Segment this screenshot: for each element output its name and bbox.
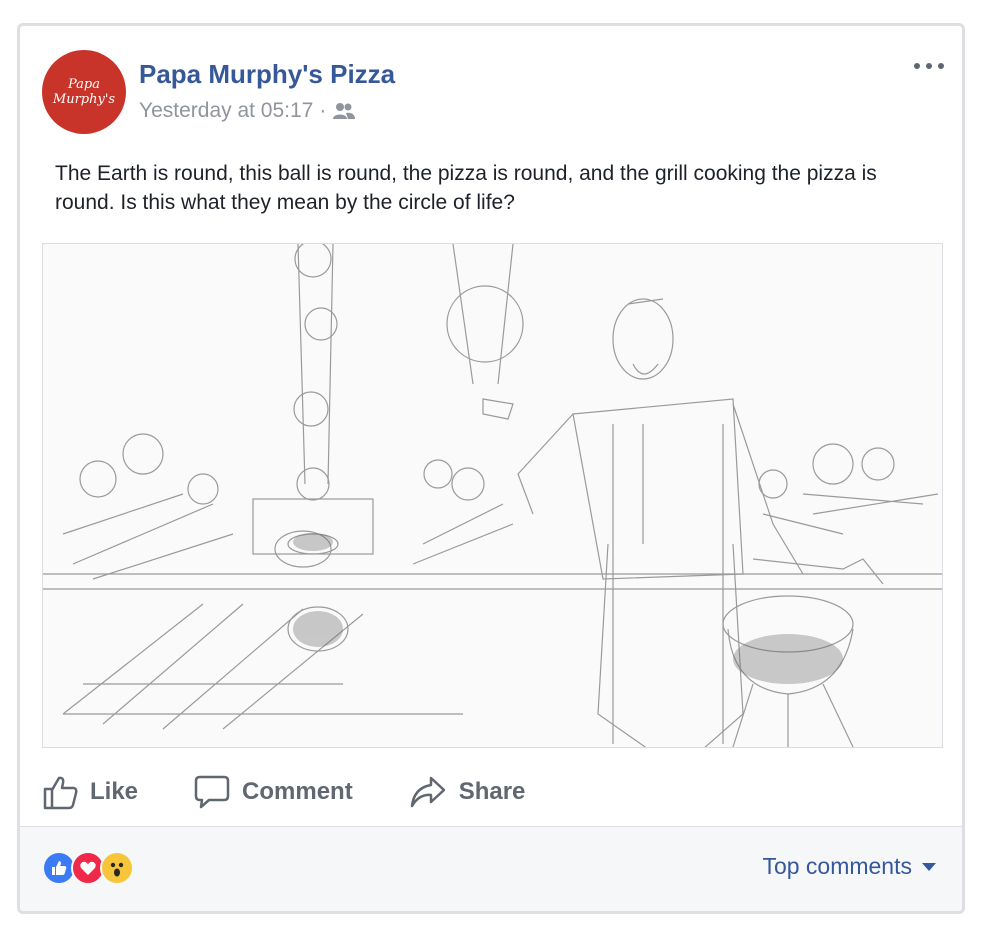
friends-icon[interactable] bbox=[332, 101, 356, 121]
share-icon bbox=[410, 776, 445, 808]
like-button[interactable]: Like bbox=[42, 774, 138, 810]
more-options-icon[interactable] bbox=[914, 56, 944, 76]
thumbs-up-icon bbox=[43, 776, 78, 810]
post-card: Papa Murphy's Papa Murphy's Pizza Yester… bbox=[17, 23, 965, 914]
share-button[interactable]: Share bbox=[409, 774, 526, 810]
wow-reaction-icon bbox=[100, 851, 134, 885]
meta-separator: · bbox=[319, 99, 327, 122]
page-avatar[interactable]: Papa Murphy's bbox=[42, 50, 126, 134]
comment-label: Comment bbox=[242, 778, 353, 805]
comment-button[interactable]: Comment bbox=[194, 774, 353, 810]
post-actions: Like Comment Share bbox=[42, 764, 940, 820]
comment-icon bbox=[194, 775, 230, 809]
avatar-logo-text: Papa Murphy's bbox=[52, 77, 116, 107]
like-label: Like bbox=[90, 778, 139, 805]
reactions-summary[interactable] bbox=[42, 851, 134, 885]
caret-down-icon bbox=[922, 862, 936, 871]
post-footer: Top comments bbox=[20, 826, 962, 911]
sketch-illustration bbox=[43, 244, 942, 747]
post-image[interactable] bbox=[42, 243, 943, 748]
post-meta: Yesterday at 05:17 · bbox=[139, 99, 356, 123]
top-comments-dropdown[interactable]: Top comments bbox=[762, 853, 936, 880]
share-label: Share bbox=[458, 778, 526, 805]
post-text: The Earth is round, this ball is round, … bbox=[55, 162, 877, 214]
top-comments-label: Top comments bbox=[762, 853, 912, 879]
post-timestamp[interactable]: Yesterday at 05:17 bbox=[139, 99, 313, 123]
page-name-link[interactable]: Papa Murphy's Pizza bbox=[139, 59, 395, 90]
